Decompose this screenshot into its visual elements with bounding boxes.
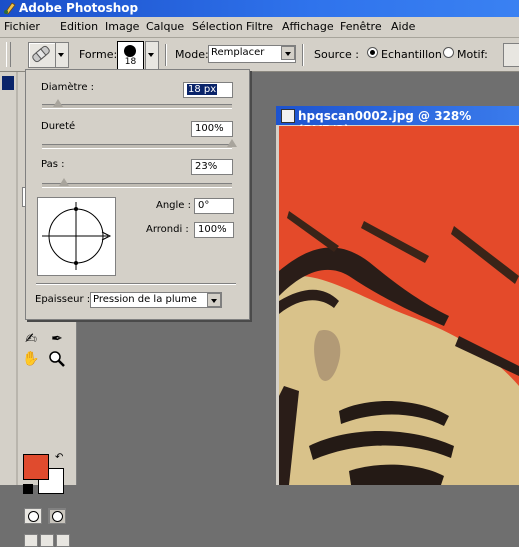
default-colors-icon[interactable] [23,484,33,494]
arrondi-label: Arrondi : [146,224,189,235]
brush-size-label: 18 [124,57,137,67]
chevron-down-icon [148,53,154,57]
menu-affichage[interactable]: Affichage [282,20,334,33]
angle-input[interactable]: 0° [194,198,234,214]
pas-label: Pas : [41,159,65,170]
angle-label: Angle : [156,200,192,211]
diametre-label: Diamètre : [41,82,95,93]
pattern-picker[interactable] [503,43,519,67]
separator [302,44,304,66]
brush-tip-icon [124,45,136,57]
source-motif-label: Motif: [457,48,488,61]
panel-divider [36,283,236,285]
menu-calque[interactable]: Calque [146,20,184,33]
document-window: hpqscan0002.jpg @ 328% (RVB/8) [276,106,519,485]
canvas-image [279,126,519,485]
source-label: Source : [314,48,359,61]
durete-label: Dureté [41,121,76,132]
app-title: Adobe Photoshop [19,1,139,15]
chevron-down-icon [285,52,291,56]
standard-mode-button[interactable] [24,508,42,524]
source-echantillon-label: Echantillon [381,48,442,61]
menu-fenetre[interactable]: Fenêtre [340,20,382,33]
mode-select[interactable]: Remplacer [208,45,296,63]
chevron-down-icon [58,53,64,57]
diametre-slider[interactable] [42,104,232,109]
foreground-color-swatch[interactable] [23,454,49,480]
source-motif-radio[interactable] [443,47,454,58]
chevron-down-icon [211,299,217,303]
swap-colors-icon[interactable]: ↶ [55,452,63,463]
bandage-icon [32,45,50,63]
quick-mask-mode-button[interactable] [48,508,66,524]
menu-fichier[interactable]: Fichier [4,20,40,33]
screen-mode-full-button[interactable] [56,534,70,547]
menu-image[interactable]: Image [105,20,139,33]
menu-aide[interactable]: Aide [391,20,415,33]
angle-roundness-icon [42,202,112,270]
screen-mode-full-menu-button[interactable] [40,534,54,547]
brush-shape-preview[interactable]: 18 [117,41,144,70]
durete-slider[interactable] [42,144,232,149]
epaisseur-dropdown-button[interactable] [207,293,221,307]
separator [165,44,167,66]
mode-value: Remplacer [211,47,265,58]
mode-label: Mode: [175,48,209,61]
notes-tool-icon[interactable]: ✍ [22,330,40,348]
brush-options-panel: Diamètre : 18 px Dureté 100% Pas : 23% A… [25,69,250,320]
options-bar: Forme: 18 Mode: Remplacer Source : Echan… [0,38,519,72]
menu-selection[interactable]: Sélection [192,20,243,33]
epaisseur-value: Pression de la plume [93,294,197,305]
tools-strip [16,72,18,485]
source-echantillon-radio[interactable] [367,47,378,58]
brush-picker-dropdown[interactable] [145,41,159,70]
zoom-tool-icon[interactable] [48,350,66,368]
eyedropper-tool-icon[interactable]: ✒ [48,330,66,348]
hand-tool-icon[interactable]: ✋ [22,350,40,368]
diametre-input[interactable]: 18 px [183,82,233,98]
tool-preset-dropdown[interactable] [55,42,69,68]
pas-input[interactable]: 23% [191,159,233,175]
mode-dropdown-button[interactable] [281,46,295,60]
menu-filtre[interactable]: Filtre [246,20,273,33]
menu-edition[interactable]: Edition [60,20,98,33]
options-grip[interactable] [6,42,11,67]
epaisseur-label: Epaisseur : [35,294,91,305]
durete-input[interactable]: 100% [191,121,233,137]
tool-preset-button[interactable] [28,42,56,68]
photoshop-icon [4,2,16,15]
app-titlebar: Adobe Photoshop [0,0,519,17]
tools-header-indicator [2,76,14,90]
menu-bar: Fichier Edition Image Calque Sélection F… [0,17,519,38]
pas-slider-thumb[interactable] [59,178,69,186]
durete-slider-thumb[interactable] [227,139,237,147]
pas-slider[interactable] [42,183,232,188]
brush-angle-preview[interactable] [37,197,116,276]
epaisseur-select[interactable]: Pression de la plume [90,292,222,308]
screen-mode-standard-button[interactable] [24,534,38,547]
arrondi-input[interactable]: 100% [194,222,234,238]
document-titlebar[interactable]: hpqscan0002.jpg @ 328% (RVB/8) [276,106,519,137]
diametre-slider-thumb[interactable] [53,99,63,107]
image-canvas[interactable] [279,126,519,485]
document-icon [281,109,295,123]
forme-label: Forme: [79,48,118,61]
